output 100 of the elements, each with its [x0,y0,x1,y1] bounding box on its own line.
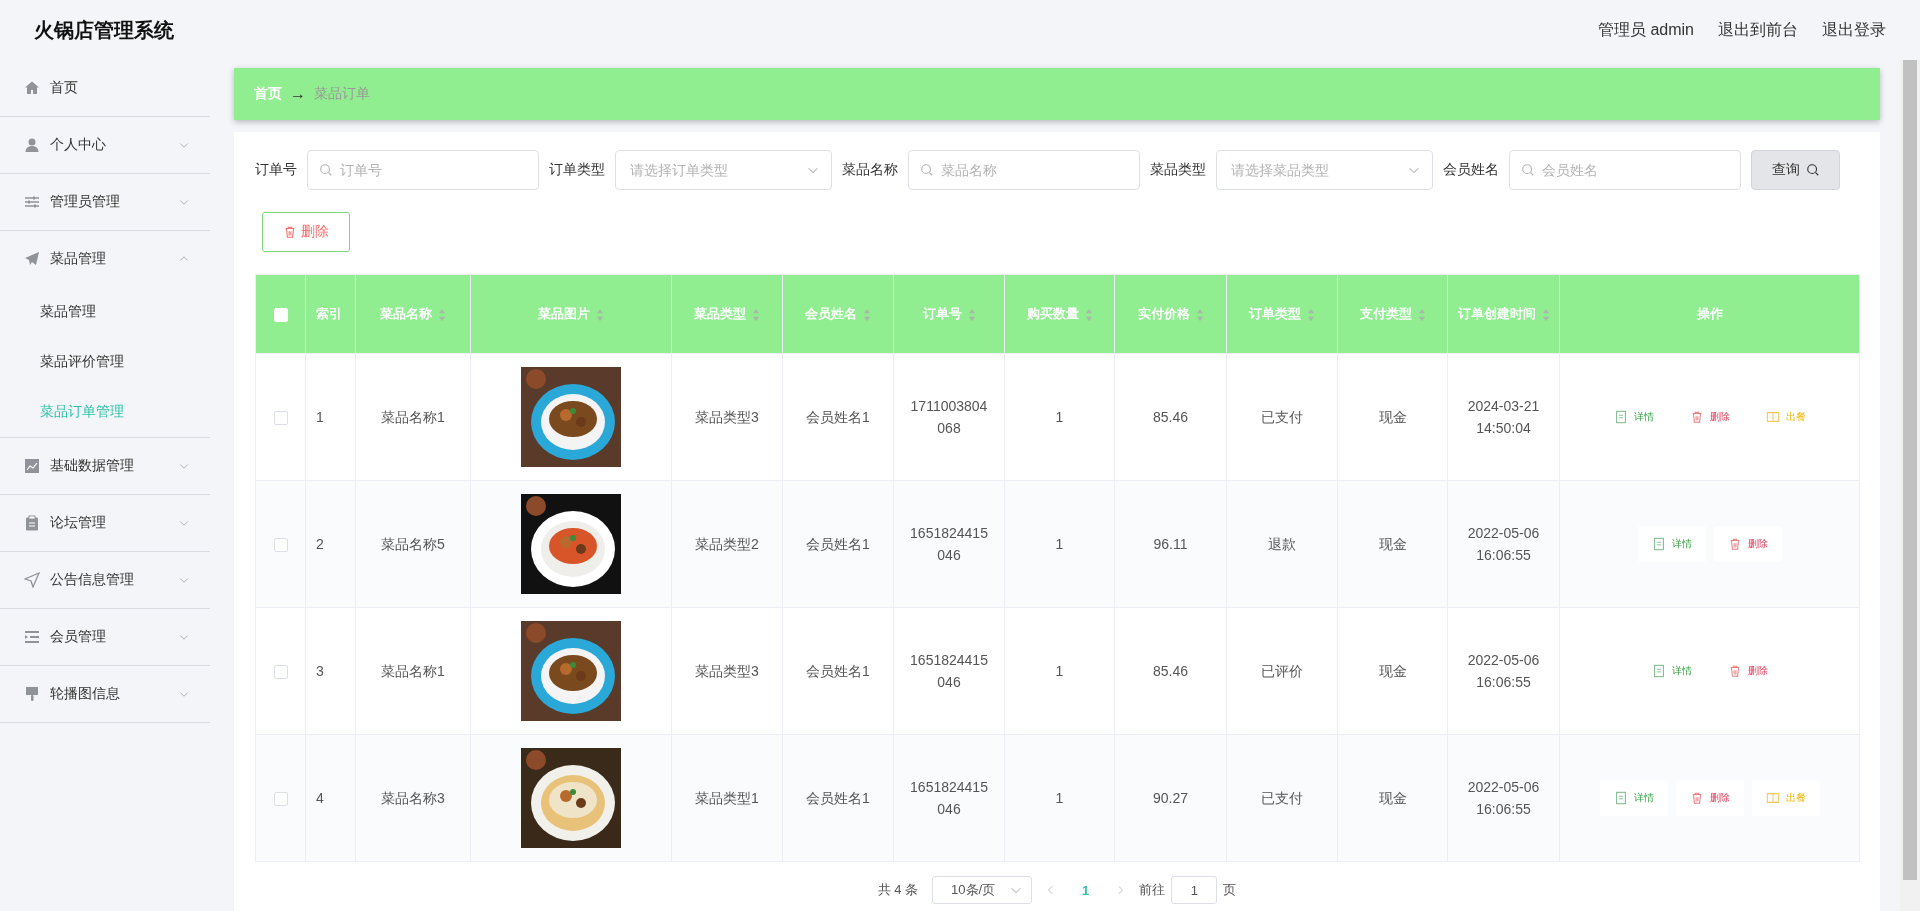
table-cell: 90.27 [1114,734,1227,862]
sliders-icon [24,194,40,210]
header-link[interactable]: 退出登录 [1822,19,1886,41]
table-cell: 1651824415046 [893,607,1005,735]
brush-icon [24,686,40,702]
filter-label: 订单号 [255,161,297,179]
column-header: 购买数量 [1004,274,1115,354]
table-cell: 菜品名称3 [355,734,471,862]
menu-item[interactable]: 个人中心 [0,117,210,174]
menu-item[interactable]: 管理员管理 [0,174,210,231]
column-header: 实付价格 [1114,274,1227,354]
table-cell: 3 [305,607,356,735]
column-header: 操作 [1559,274,1860,354]
table-cell: 现金 [1337,607,1448,735]
search-icon [319,163,333,177]
search-icon [920,163,934,177]
chart-icon [24,458,40,474]
table-cell: 会员姓名1 [782,480,894,608]
select-field[interactable]: 请选择菜品类型 [1216,150,1433,190]
table-cell: 菜品类型1 [671,734,783,862]
checkbox[interactable] [273,411,288,426]
goto-label: 前往 [1139,881,1166,899]
column-header: 索引 [305,274,356,354]
table-cell: 菜品类型2 [671,480,783,608]
header-link[interactable]: 退出到前台 [1718,19,1798,41]
table-cell: 2 [305,480,356,608]
search-field[interactable]: 菜品名称 [908,150,1140,190]
table-cell: 菜品名称1 [355,353,471,481]
table-cell: 85.46 [1114,607,1227,735]
table-cell: 现金 [1337,353,1448,481]
details-button[interactable]: 详情 [1599,780,1668,816]
menu-item[interactable]: 轮播图信息 [0,666,210,723]
search-icon [1521,163,1535,177]
clipboard-icon [24,515,40,531]
search-icon [1805,163,1820,177]
document-icon [1651,537,1666,551]
search-field[interactable]: 订单号 [307,150,539,190]
table-cell: 1 [1004,607,1115,735]
app-title: 火锅店管理系统 [34,17,174,43]
table-cell: 菜品类型3 [671,607,783,735]
breadcrumb-current: 菜品订单 [314,85,370,103]
filter-label: 订单类型 [549,161,605,179]
menu-item[interactable]: 会员管理 [0,609,210,666]
trash-icon [283,225,297,239]
table-cell: 2022-05-06 16:06:55 [1447,480,1560,608]
checkbox[interactable] [273,538,288,553]
user-icon [24,137,40,153]
page-size-select[interactable]: 10条/页 [932,876,1033,904]
filter-label: 菜品名称 [842,161,898,179]
filter-label: 会员姓名 [1443,161,1499,179]
menu-item[interactable]: 基础数据管理 [0,438,210,495]
list-icon [24,629,40,645]
table-cell: 1651824415046 [893,480,1005,608]
submenu-item[interactable]: 菜品管理 [0,287,210,337]
checkbox[interactable] [273,792,288,807]
home-icon [24,80,40,96]
column-header: 会员姓名 [782,274,894,354]
search-field[interactable]: 会员姓名 [1509,150,1741,190]
table-cell: 会员姓名1 [782,734,894,862]
table-cell: 已支付 [1226,353,1338,481]
delete-button[interactable]: 删除 [1713,526,1782,562]
menu-item[interactable]: 首页 [0,60,210,117]
table-cell: 85.46 [1114,353,1227,481]
select-field[interactable]: 请选择订单类型 [615,150,832,190]
details-button[interactable]: 详情 [1637,526,1706,562]
checkbox[interactable] [273,665,288,680]
document-icon [1651,664,1666,678]
book-icon [1765,791,1780,805]
table-cell: 96.11 [1114,480,1227,608]
table-cell: 2024-03-21 14:50:04 [1447,353,1560,481]
column-header: 订单创建时间 [1447,274,1560,354]
page-input[interactable]: 1 [1171,876,1218,904]
filter-label: 菜品类型 [1150,161,1206,179]
next-page-icon [1115,884,1126,896]
scrollbar[interactable] [1900,60,1920,911]
table-cell: 已支付 [1226,734,1338,862]
delete-button[interactable]: 删除 [1675,780,1744,816]
column-header: 菜品类型 [671,274,783,354]
table-cell: 现金 [1337,480,1448,608]
submenu-item[interactable]: 菜品评价管理 [0,337,210,387]
table-cell: 菜品名称5 [355,480,471,608]
column-header: 菜品名称 [355,274,471,354]
menu-item[interactable]: 菜品管理 [0,231,210,287]
table-cell: 1651824415046 [893,734,1005,862]
table-cell: 会员姓名1 [782,353,894,481]
search-button[interactable]: 查询 [1751,150,1840,190]
table-cell: 1711003804068 [893,353,1005,481]
table-cell: 会员姓名1 [782,607,894,735]
column-header: 订单类型 [1226,274,1338,354]
menu-item[interactable]: 论坛管理 [0,495,210,552]
scrollbar-thumb[interactable] [1903,60,1917,880]
table-cell: 1 [1004,734,1115,862]
total-count: 共 4 条 [877,881,919,899]
table-cell: 菜品名称1 [355,607,471,735]
paper-plane-icon [24,251,40,267]
table-cell: 1 [305,353,356,481]
table-cell: 退款 [1226,480,1338,608]
menu-item[interactable]: 公告信息管理 [0,552,210,609]
breadcrumb-separator: → [290,85,306,103]
document-icon [1613,791,1628,805]
